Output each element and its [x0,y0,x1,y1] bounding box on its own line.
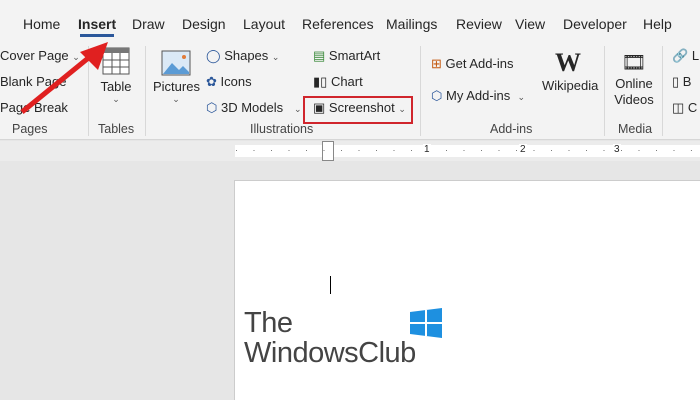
shapes-label: Shapes [224,48,269,63]
group-label-tables: Tables [98,122,135,136]
get-addins-button[interactable]: ⊞ Get Add-ins [431,56,513,72]
link-button[interactable]: 🔗 L [672,48,699,64]
shapes-icon: ◯ [206,48,221,63]
store-icon: ⊞ [431,56,442,71]
ruler-number: 1 [423,144,431,155]
my-addins-button[interactable]: ⬡ My Add-ins ⌄ [431,88,525,104]
online-videos-label: Videos [614,92,654,107]
tab-help[interactable]: Help [643,16,672,32]
divider [604,46,605,136]
addins-icon: ⬡ [431,88,443,103]
smartart-button[interactable]: ▤ SmartArt [313,48,380,64]
text-cursor [330,276,331,294]
online-videos-button[interactable]: 🎞 Online Videos [612,50,656,108]
ruler-ticks: · · · · · · · · · · · · · · · · · · · · … [235,145,700,155]
tab-references[interactable]: References [302,16,374,32]
divider [420,46,421,136]
chart-label: Chart [330,74,363,89]
wikipedia-label: Wikipedia [542,78,599,93]
tab-review[interactable]: Review [456,16,502,32]
windows-logo-icon [410,308,442,338]
screenshot-highlight [303,96,413,124]
wikipedia-icon: W [555,48,581,77]
chevron-down-icon: ⌄ [293,104,302,114]
tab-developer[interactable]: Developer [563,16,627,32]
group-label-addins: Add-ins [490,122,533,136]
smartart-label: SmartArt [328,48,381,63]
bookmark-button[interactable]: ▯ B [672,74,691,90]
chart-icon: ▮▯ [313,74,328,89]
get-addins-label: Get Add-ins [445,56,514,71]
windowsclub-logo: The WindowsClub [244,308,416,368]
divider [662,46,663,136]
tab-design[interactable]: Design [182,16,226,32]
online-video-icon: 🎞 [621,52,647,74]
cross-reference-label: C [687,100,698,115]
chart-button[interactable]: ▮▯ Chart [313,74,363,90]
smartart-icon: ▤ [313,48,326,63]
ruler-number: 2 [519,144,527,155]
link-label: L [691,48,700,63]
tab-layout[interactable]: Layout [243,16,285,32]
wikipedia-button[interactable]: W Wikipedia [542,48,599,93]
ruler: · · · · · · · · · · · · · · · · · · · · … [0,141,700,161]
logo-line1: The [244,307,293,339]
icons-icon: ✿ [206,74,217,89]
chevron-down-icon: ⌄ [517,92,526,102]
my-addins-label: My Add-ins [445,88,511,103]
3d-models-button[interactable]: ⬡ 3D Models ⌄ [206,100,302,116]
picture-icon [161,50,191,76]
chevron-down-icon: ⌄ [271,52,280,62]
shapes-button[interactable]: ◯ Shapes ⌄ [206,48,279,64]
group-label-pages: Pages [12,122,48,136]
ruler-number: 3 [613,144,621,155]
tab-view[interactable]: View [515,16,545,32]
3d-models-label: 3D Models [220,100,284,115]
icons-button[interactable]: ✿ Icons [206,74,252,90]
online-videos-label: Online [615,76,653,91]
logo-line2: WindowsClub [244,337,416,369]
cross-reference-button[interactable]: ◫ C [672,100,697,116]
cube-icon: ⬡ [206,100,218,115]
group-label-illustrations: Illustrations [250,122,314,136]
tab-mailings[interactable]: Mailings [386,16,437,32]
red-arrow-annotation [20,42,108,114]
group-label-media: Media [618,122,653,136]
icons-label: Icons [220,74,252,89]
bookmark-label: B [682,74,692,89]
